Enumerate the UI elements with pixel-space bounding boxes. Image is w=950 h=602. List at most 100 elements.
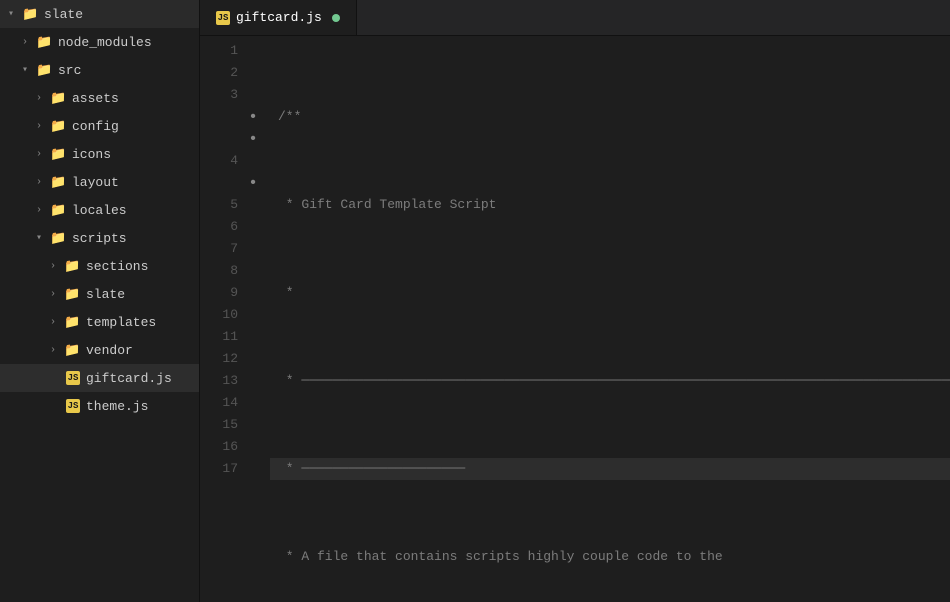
- line-num: 6: [200, 216, 238, 238]
- folder-icon: 📁: [50, 119, 68, 134]
- chevron-icon: [36, 121, 50, 132]
- sidebar-item-label: node_modules: [58, 35, 152, 50]
- sidebar-item-icons[interactable]: 📁 icons: [0, 140, 199, 168]
- code-token: * Gift Card Template Script: [278, 194, 496, 216]
- gutter-dot: [250, 172, 258, 194]
- folder-icon: 📁: [50, 91, 68, 106]
- sidebar-item-templates[interactable]: 📁 templates: [0, 308, 199, 336]
- sidebar-item-scripts[interactable]: 📁 scripts: [0, 224, 199, 252]
- folder-icon: 📁: [36, 35, 54, 50]
- sidebar-item-node-modules[interactable]: 📁 node_modules: [0, 28, 199, 56]
- gutter-line: [250, 84, 270, 106]
- chevron-icon: [50, 289, 64, 300]
- gutter-line: [250, 392, 270, 414]
- code-line-1: /**: [270, 106, 950, 128]
- tab-js-icon: JS: [216, 11, 230, 25]
- sidebar-item-label: slate: [44, 7, 83, 22]
- line-num: 14: [200, 392, 238, 414]
- sidebar-item-label: assets: [72, 91, 119, 106]
- sidebar-item-config[interactable]: 📁 config: [0, 112, 199, 140]
- tab-giftcard-js[interactable]: JS giftcard.js: [200, 0, 357, 35]
- sidebar-item-theme-js[interactable]: JS theme.js: [0, 392, 199, 420]
- sidebar-item-label: layout: [72, 175, 119, 190]
- gutter: [250, 36, 270, 602]
- folder-icon: 📁: [50, 175, 68, 190]
- chevron-icon: [8, 8, 22, 20]
- line-num: 12: [200, 348, 238, 370]
- sidebar-item-slate-root[interactable]: 📁 slate: [0, 0, 199, 28]
- js-file-icon: JS: [64, 399, 82, 413]
- folder-icon: 📁: [64, 315, 82, 330]
- sidebar-item-locales[interactable]: 📁 locales: [0, 196, 199, 224]
- sidebar-item-sections[interactable]: 📁 sections: [0, 252, 199, 280]
- tab-modified-dot: [332, 14, 340, 22]
- line-num: 8: [200, 260, 238, 282]
- line-num: 9: [200, 282, 238, 304]
- chevron-icon: [36, 149, 50, 160]
- sidebar-item-assets[interactable]: 📁 assets: [0, 84, 199, 112]
- gutter-line: [250, 370, 270, 392]
- folder-icon: 📁: [64, 287, 82, 302]
- folder-icon: 📁: [50, 231, 68, 246]
- gutter-line: [250, 414, 270, 436]
- code-line-4: * A file that contains scripts highly co…: [270, 546, 950, 568]
- sidebar-item-label: scripts: [72, 231, 127, 246]
- gutter-dot: [250, 128, 258, 150]
- folder-icon: 📁: [22, 7, 40, 22]
- code-token: * ──────────────────────────────────────…: [278, 370, 950, 392]
- line-num: 11: [200, 326, 238, 348]
- code-line-2: * Gift Card Template Script: [270, 194, 950, 216]
- sidebar-item-giftcard-js[interactable]: JS giftcard.js: [0, 364, 199, 392]
- sidebar-item-label: vendor: [86, 343, 133, 358]
- sidebar-item-label: icons: [72, 147, 111, 162]
- js-file-icon: JS: [64, 371, 82, 385]
- chevron-icon: [22, 37, 36, 48]
- gutter-line: [250, 326, 270, 348]
- line-num: 4: [200, 150, 238, 172]
- code-token: * ─────────────────────: [278, 458, 465, 480]
- sidebar-item-label: src: [58, 63, 81, 78]
- folder-icon: 📁: [36, 63, 54, 78]
- line-num: 3: [200, 84, 238, 106]
- sidebar-item-src[interactable]: 📁 src: [0, 56, 199, 84]
- sidebar-item-label: sections: [86, 259, 148, 274]
- code-line-dot2: * ─────────────────────: [270, 458, 950, 480]
- chevron-icon: [50, 317, 64, 328]
- code-area[interactable]: 1 2 3 • • 4 • 5 6 7 8 9 10 11 12 13 14 1…: [200, 36, 950, 602]
- folder-icon: 📁: [50, 203, 68, 218]
- line-num: 2: [200, 62, 238, 84]
- code-line-3: *: [270, 282, 950, 304]
- gutter-line: [250, 194, 270, 216]
- editor: JS giftcard.js 1 2 3 • • 4 • 5 6 7 8 9 1…: [200, 0, 950, 602]
- gutter-line: [250, 304, 270, 326]
- gutter-line: [250, 150, 270, 172]
- code-content[interactable]: /** * Gift Card Template Script * * ────…: [270, 36, 950, 602]
- gutter-line: [250, 458, 270, 480]
- chevron-icon: [36, 177, 50, 188]
- line-num: 7: [200, 238, 238, 260]
- chevron-icon: [36, 93, 50, 104]
- chevron-icon: [36, 232, 50, 244]
- sidebar-item-label: locales: [72, 203, 127, 218]
- line-num: 10: [200, 304, 238, 326]
- code-line-dot1: * ──────────────────────────────────────…: [270, 370, 950, 392]
- gutter-line: [250, 40, 270, 62]
- gutter-line: [250, 216, 270, 238]
- code-token: /**: [278, 106, 301, 128]
- chevron-icon: [36, 205, 50, 216]
- tab-bar: JS giftcard.js: [200, 0, 950, 36]
- chevron-icon: [50, 345, 64, 356]
- chevron-icon: [22, 64, 36, 76]
- folder-icon: 📁: [64, 259, 82, 274]
- line-num: 5: [200, 194, 238, 216]
- sidebar-item-vendor[interactable]: 📁 vendor: [0, 336, 199, 364]
- sidebar-item-layout[interactable]: 📁 layout: [0, 168, 199, 196]
- sidebar: 📁 slate 📁 node_modules 📁 src 📁 assets 📁 …: [0, 0, 200, 602]
- sidebar-item-slate-sub[interactable]: 📁 slate: [0, 280, 199, 308]
- sidebar-item-label: theme.js: [86, 399, 148, 414]
- line-num: 16: [200, 436, 238, 458]
- line-num: 17: [200, 458, 238, 480]
- line-num: 13: [200, 370, 238, 392]
- gutter-line: [250, 348, 270, 370]
- sidebar-item-label: giftcard.js: [86, 371, 172, 386]
